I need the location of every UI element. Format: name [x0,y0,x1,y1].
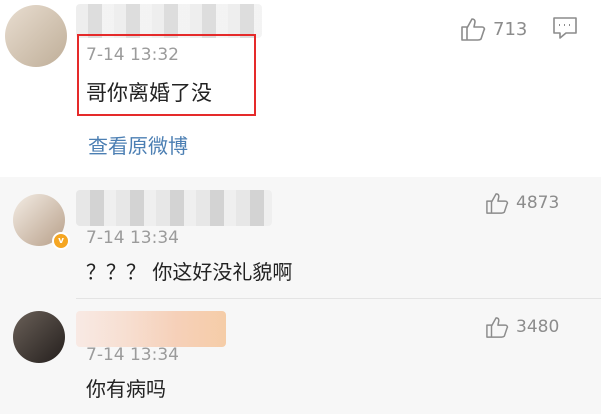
avatar[interactable] [5,5,67,67]
comment-text: 哥你离婚了没 [86,81,212,105]
like-button[interactable]: 3480 [485,316,559,338]
main-comment: 713 7-14 13:32 哥你离婚了没 查看原微博 [0,0,601,177]
reply-date: 7-14 13:34 [86,345,179,365]
verified-badge-icon: v [52,232,70,250]
like-button[interactable]: 4873 [485,192,559,214]
blurred-username[interactable] [76,190,272,226]
like-count: 3480 [516,317,560,337]
thumbs-up-icon [461,18,486,41]
like-count: 713 [493,18,528,40]
comment-date: 7-14 13:32 [86,45,179,65]
divider [76,298,601,299]
avatar[interactable] [13,311,65,363]
blurred-username[interactable] [76,311,226,347]
reply-date: 7-14 13:34 [86,228,179,248]
like-count: 4873 [516,193,560,213]
like-button[interactable]: 713 [460,17,527,41]
reply-text: ？？？ 你这好没礼貌啊 [86,260,293,284]
thumbs-up-icon [486,193,509,214]
blurred-username[interactable] [76,4,262,38]
view-original-link[interactable]: 查看原微博 [88,130,188,159]
reply-text: 你有病吗 [86,377,166,401]
thumbs-up-icon [486,317,509,338]
reply-icon[interactable] [552,16,578,44]
